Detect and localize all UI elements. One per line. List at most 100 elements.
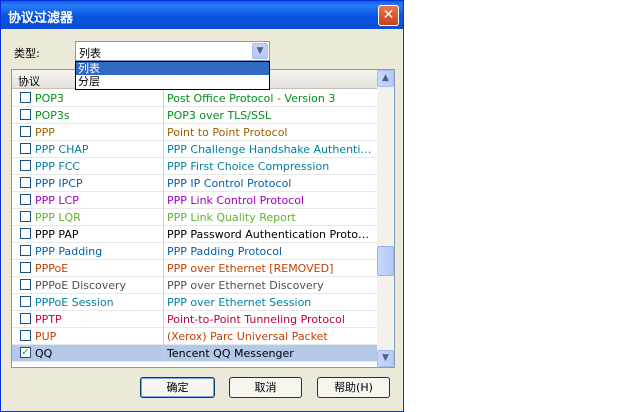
scroll-thumb[interactable] — [377, 246, 394, 276]
row-checkbox[interactable]: ✓ — [20, 347, 31, 358]
column-separator — [163, 107, 164, 124]
protocol-name: PPPoE Session — [35, 296, 114, 309]
row-checkbox[interactable] — [20, 194, 31, 205]
protocol-name: PPP LCP — [35, 194, 79, 207]
help-button[interactable]: 帮助(H) — [317, 377, 390, 398]
row-checkbox[interactable] — [20, 109, 31, 120]
column-separator — [163, 243, 164, 260]
protocol-name: PPP FCC — [35, 160, 81, 173]
protocol-filter-dialog: 协议过滤器 ✕ 类型: 列表 ▼ 列表 分层 协议 POP3 Post Offic… — [0, 0, 404, 412]
protocol-description: PPP Link Quality Report — [167, 211, 296, 224]
protocol-description: Post Office Protocol - Version 3 — [167, 92, 336, 105]
row-checkbox[interactable] — [20, 262, 31, 273]
protocol-name: PPP IPCP — [35, 177, 83, 190]
row-checkbox[interactable] — [20, 160, 31, 171]
protocol-name: PUP — [35, 330, 57, 343]
protocol-name: POP3s — [35, 109, 70, 122]
protocol-description: PPP IP Control Protocol — [167, 177, 292, 190]
table-row[interactable]: PPP Point to Point Protocol — [12, 124, 378, 141]
row-checkbox[interactable] — [20, 296, 31, 307]
row-checkbox[interactable] — [20, 313, 31, 324]
row-checkbox[interactable] — [20, 92, 31, 103]
row-checkbox[interactable] — [20, 279, 31, 290]
table-row[interactable]: PUP (Xerox) Parc Universal Packet — [12, 328, 378, 345]
column-separator — [163, 277, 164, 294]
scroll-down-button[interactable]: ▼ — [377, 350, 394, 367]
column-separator — [163, 209, 164, 226]
protocol-list: 协议 POP3 Post Office Protocol - Version 3P… — [11, 69, 395, 368]
protocol-name: PPP LQR — [35, 211, 81, 224]
protocol-description: PPP over Ethernet [REMOVED] — [167, 262, 334, 275]
chevron-down-icon[interactable]: ▼ — [252, 43, 268, 59]
table-row[interactable]: PPP IPCP PPP IP Control Protocol — [12, 175, 378, 192]
protocol-name: PPP — [35, 126, 55, 139]
row-checkbox[interactable] — [20, 211, 31, 222]
column-separator — [163, 226, 164, 243]
protocol-description: Point to Point Protocol — [167, 126, 288, 139]
table-row[interactable]: PPP Padding PPP Padding Protocol — [12, 243, 378, 260]
protocol-description: (Xerox) Parc Universal Packet — [167, 330, 328, 343]
table-row[interactable]: PPTP Point-to-Point Tunneling Protocol — [12, 311, 378, 328]
column-separator — [163, 192, 164, 209]
table-row[interactable]: PPPoE Discovery PPP over Ethernet Discove… — [12, 277, 378, 294]
row-checkbox[interactable] — [20, 177, 31, 188]
protocol-name: QQ — [35, 347, 53, 360]
title-bar[interactable]: 协议过滤器 ✕ — [1, 1, 403, 29]
row-checkbox[interactable] — [20, 228, 31, 239]
column-separator — [163, 175, 164, 192]
column-separator — [163, 158, 164, 175]
protocol-name: PPPoE Discovery — [35, 279, 127, 292]
vertical-scrollbar[interactable]: ▲ ▼ — [377, 70, 394, 367]
column-separator — [163, 294, 164, 311]
cancel-button[interactable]: 取消 — [229, 377, 302, 398]
protocol-description: PPP over Ethernet Session — [167, 296, 312, 309]
type-label: 类型: — [14, 47, 40, 60]
protocol-name: PPP CHAP — [35, 143, 89, 156]
protocol-description: Point-to-Point Tunneling Protocol — [167, 313, 345, 326]
protocol-name: PPTP — [35, 313, 62, 326]
protocol-name: PPP Padding — [35, 245, 103, 258]
table-row[interactable]: ✓ QQ Tencent QQ Messenger — [12, 345, 378, 362]
row-checkbox[interactable] — [20, 245, 31, 256]
protocol-description: PPP First Choice Compression — [167, 160, 330, 173]
table-row[interactable]: PPP PAP PPP Password Authentication Proto… — [12, 226, 378, 243]
table-row[interactable]: PPP CHAP PPP Challenge Handshake Authenti… — [12, 141, 378, 158]
protocol-description: PPP Password Authentication Protocol — [167, 228, 372, 241]
table-row[interactable]: POP3 Post Office Protocol - Version 3 — [12, 90, 378, 107]
protocol-description: PPP Challenge Handshake Authentica... — [167, 143, 372, 156]
table-row[interactable]: PPP FCC PPP First Choice Compression — [12, 158, 378, 175]
table-row[interactable]: POP3s POP3 over TLS/SSL — [12, 107, 378, 124]
type-dropdown-list: 列表 分层 — [75, 61, 270, 90]
protocol-description: PPP over Ethernet Discovery — [167, 279, 324, 292]
dropdown-option-hierarchy[interactable]: 分层 — [76, 75, 269, 88]
protocol-name: POP3 — [35, 92, 64, 105]
table-row[interactable]: PPP LQR PPP Link Quality Report — [12, 209, 378, 226]
table-row[interactable]: PPPoE PPP over Ethernet [REMOVED] — [12, 260, 378, 277]
protocol-name: PPPoE — [35, 262, 69, 275]
window-title: 协议过滤器 — [8, 11, 74, 26]
type-combobox-value: 列表 — [79, 47, 101, 60]
column-separator — [163, 311, 164, 328]
protocol-name: PPP PAP — [35, 228, 79, 241]
column-separator — [163, 90, 164, 107]
list-rows: POP3 Post Office Protocol - Version 3 POP3… — [12, 90, 378, 362]
column-separator — [163, 260, 164, 277]
column-separator — [163, 141, 164, 158]
dropdown-option-list[interactable]: 列表 — [76, 62, 269, 75]
column-separator — [163, 345, 164, 362]
table-row[interactable]: PPP LCP PPP Link Control Protocol — [12, 192, 378, 209]
protocol-description: Tencent QQ Messenger — [167, 347, 294, 360]
row-checkbox[interactable] — [20, 143, 31, 154]
row-checkbox[interactable] — [20, 330, 31, 341]
column-separator — [163, 124, 164, 141]
row-checkbox[interactable] — [20, 126, 31, 137]
column-separator — [163, 328, 164, 345]
close-button[interactable]: ✕ — [378, 5, 399, 26]
protocol-description: PPP Padding Protocol — [167, 245, 283, 258]
table-row[interactable]: PPPoE Session PPP over Ethernet Session — [12, 294, 378, 311]
protocol-description: POP3 over TLS/SSL — [167, 109, 272, 122]
scroll-up-button[interactable]: ▲ — [377, 70, 394, 87]
ok-button[interactable]: 确定 — [140, 377, 215, 398]
type-combobox[interactable]: 列表 ▼ — [75, 41, 270, 61]
protocol-description: PPP Link Control Protocol — [167, 194, 305, 207]
